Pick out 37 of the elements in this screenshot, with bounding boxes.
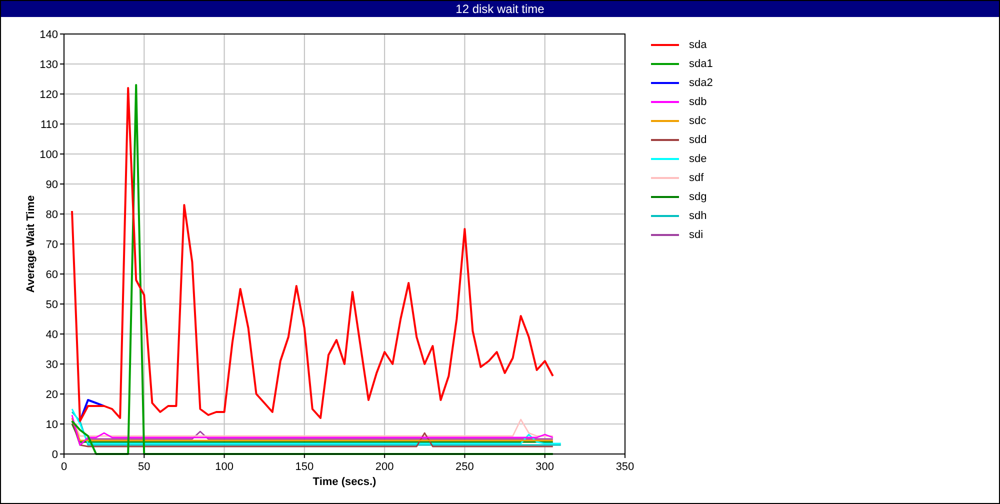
y-tick-label: 90 bbox=[46, 179, 58, 191]
x-tick-label: 50 bbox=[138, 461, 150, 473]
x-tick-label: 300 bbox=[536, 461, 554, 473]
legend-label: sdb bbox=[689, 96, 707, 108]
legend-label: sdd bbox=[689, 134, 707, 146]
legend-label: sda2 bbox=[689, 76, 713, 88]
y-tick-label: 140 bbox=[40, 29, 58, 41]
y-tick-label: 20 bbox=[46, 389, 58, 401]
legend-label: sdi bbox=[689, 228, 704, 240]
legend-label: sdh bbox=[689, 210, 707, 222]
x-tick-label: 250 bbox=[456, 461, 474, 473]
y-tick-label: 110 bbox=[40, 119, 58, 131]
x-tick-label: 0 bbox=[60, 461, 68, 473]
legend-label: sda bbox=[689, 38, 707, 50]
y-tick-label: 40 bbox=[46, 329, 58, 341]
window-title: 12 disk wait time bbox=[1, 1, 999, 17]
y-tick-label: 130 bbox=[40, 59, 58, 71]
y-tick-label: 30 bbox=[46, 359, 58, 371]
legend-label: sde bbox=[689, 152, 707, 164]
x-axis-title: Time (secs.) bbox=[312, 476, 376, 488]
y-tick-label: 100 bbox=[40, 149, 58, 161]
y-tick-label: 80 bbox=[46, 209, 58, 221]
legend-label: sdg bbox=[689, 190, 707, 202]
legend-label: sda1 bbox=[689, 58, 713, 70]
y-tick-label: 0 bbox=[52, 449, 58, 461]
x-tick-label: 350 bbox=[616, 461, 634, 473]
y-tick-label: 60 bbox=[46, 269, 58, 281]
y-axis-title: Average Wait Time bbox=[25, 195, 37, 293]
y-tick-label: 10 bbox=[46, 419, 58, 431]
x-tick-label: 200 bbox=[375, 461, 394, 473]
y-tick-label: 70 bbox=[46, 239, 58, 251]
legend-label: sdf bbox=[689, 172, 704, 184]
x-tick-label: 100 bbox=[215, 461, 234, 473]
y-tick-label: 120 bbox=[40, 89, 58, 101]
x-tick-label: 150 bbox=[295, 461, 314, 473]
legend-label: sdc bbox=[689, 114, 706, 126]
y-tick-label: 50 bbox=[46, 299, 58, 311]
